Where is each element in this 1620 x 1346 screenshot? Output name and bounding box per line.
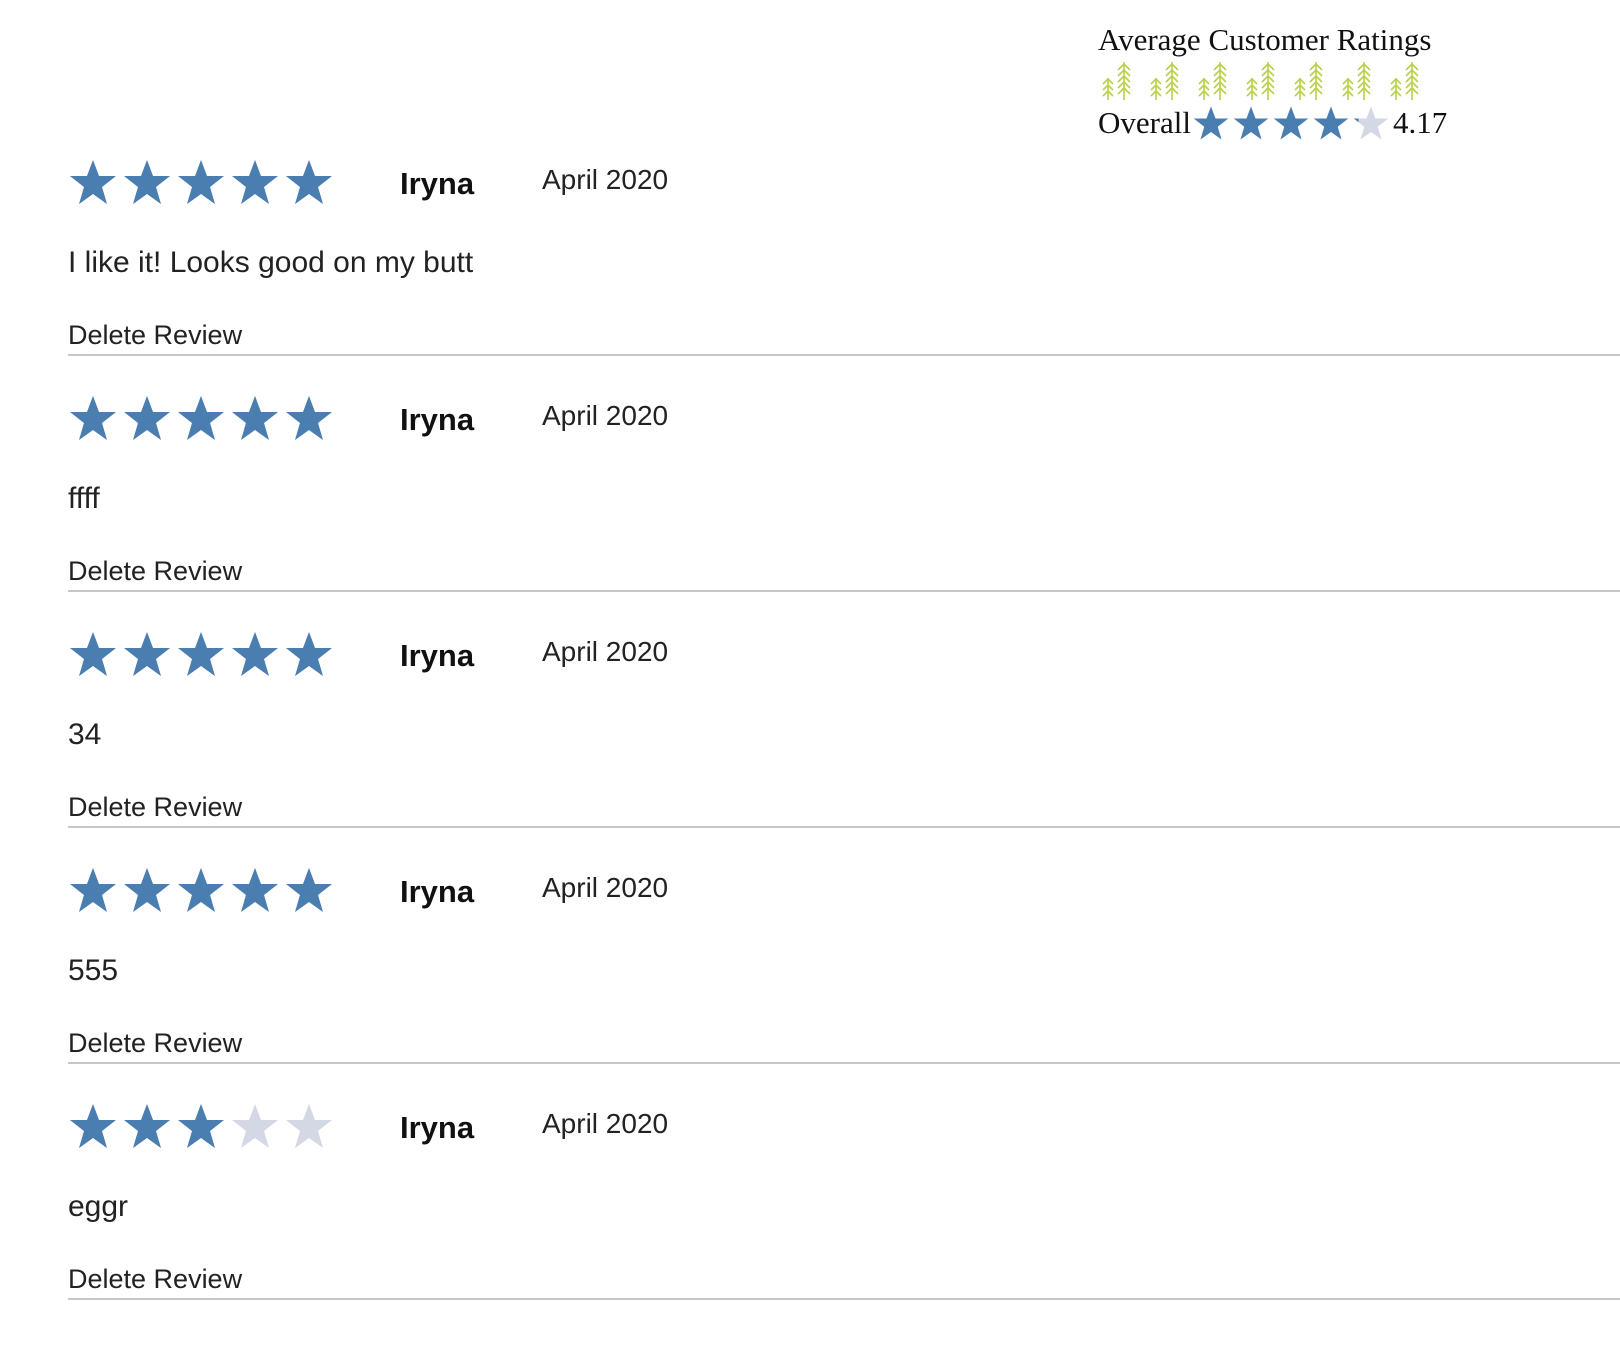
review-date: April 2020 <box>542 872 669 903</box>
star-icon <box>232 868 278 912</box>
star-icon <box>286 396 332 440</box>
pine-tree-icon <box>1246 62 1275 100</box>
review-date: April 2020 <box>542 1108 669 1139</box>
delete-review-button[interactable]: Delete Review <box>68 792 242 823</box>
star-icon <box>232 160 278 204</box>
pine-tree-icon <box>1390 62 1419 100</box>
review-item: Iryna April 2020 555 Delete Review <box>68 866 1620 1110</box>
review-star-rating <box>68 158 334 206</box>
delete-review-button[interactable]: Delete Review <box>68 556 242 587</box>
star-icon <box>178 1104 224 1148</box>
delete-review-button[interactable]: Delete Review <box>68 1028 242 1059</box>
review-star-rating <box>68 866 334 914</box>
review-item: Iryna April 2020 34 Delete Review <box>68 630 1620 874</box>
review-date: April 2020 <box>542 400 669 431</box>
review-text: 34 <box>68 718 102 751</box>
review-author: Iryna <box>400 1110 475 1145</box>
star-icon <box>232 632 278 676</box>
star-icon <box>70 396 116 440</box>
review-header: Iryna April 2020 <box>68 866 968 926</box>
star-icon <box>124 868 170 912</box>
delete-review-button[interactable]: Delete Review <box>68 1264 242 1295</box>
review-text: I like it! Looks good on my butt <box>68 246 474 279</box>
review-star-rating <box>68 1102 334 1150</box>
pine-tree-icon <box>1294 62 1323 100</box>
review-author: Iryna <box>400 874 475 909</box>
star-icon <box>70 160 116 204</box>
average-ratings-panel: Average Customer Ratings Overall 4.17 <box>1098 20 1450 142</box>
star-icon <box>124 396 170 440</box>
review-divider <box>68 826 1620 828</box>
review-item: Iryna April 2020 I like it! Looks good on … <box>68 158 1620 402</box>
review-star-rating <box>68 630 334 678</box>
pine-tree-icon <box>1102 62 1131 100</box>
star-icon <box>178 632 224 676</box>
review-divider <box>68 354 1620 356</box>
star-icon <box>1273 106 1309 140</box>
review-header: Iryna April 2020 <box>68 630 968 690</box>
review-star-rating <box>68 394 334 442</box>
star-icon <box>1193 106 1229 140</box>
overall-rating-row: Overall 4.17 <box>1098 104 1450 142</box>
star-icon <box>70 868 116 912</box>
star-icon <box>178 396 224 440</box>
pine-tree-icon <box>1150 62 1179 100</box>
star-icon <box>70 1104 116 1148</box>
star-icon <box>232 1104 278 1148</box>
star-icon <box>286 632 332 676</box>
star-icon <box>1233 106 1269 140</box>
review-text: 555 <box>68 954 119 987</box>
star-icon <box>232 396 278 440</box>
overall-label: Overall <box>1098 105 1191 140</box>
review-header: Iryna April 2020 <box>68 158 968 218</box>
review-author: Iryna <box>400 638 475 673</box>
review-date: April 2020 <box>542 636 669 667</box>
review-divider <box>68 590 1620 592</box>
review-header: Iryna April 2020 <box>68 1102 968 1162</box>
review-item: Iryna April 2020 eggr Delete Review <box>68 1102 1620 1346</box>
overall-star-rating <box>1191 105 1391 141</box>
star-icon <box>124 1104 170 1148</box>
star-icon <box>286 868 332 912</box>
review-divider <box>68 1062 1620 1064</box>
overall-value: 4.17 <box>1392 105 1448 140</box>
pine-tree-icon <box>1198 62 1227 100</box>
review-divider <box>68 1298 1620 1300</box>
review-header: Iryna April 2020 <box>68 394 968 454</box>
review-text: eggr <box>68 1190 129 1223</box>
average-ratings-title: Average Customer Ratings <box>1098 22 1432 57</box>
star-icon <box>286 160 332 204</box>
star-icon <box>178 160 224 204</box>
star-icon <box>1353 106 1389 140</box>
tree-icon-row <box>1098 60 1450 104</box>
review-author: Iryna <box>400 166 475 201</box>
review-text: ffff <box>68 482 100 515</box>
delete-review-button[interactable]: Delete Review <box>68 320 242 351</box>
review-author: Iryna <box>400 402 475 437</box>
star-icon <box>286 1104 332 1148</box>
pine-tree-icon <box>1342 62 1371 100</box>
review-date: April 2020 <box>542 164 669 195</box>
star-icon <box>1313 106 1349 140</box>
star-icon <box>124 632 170 676</box>
star-icon <box>124 160 170 204</box>
star-icon <box>70 632 116 676</box>
star-icon <box>178 868 224 912</box>
review-item: Iryna April 2020 ffff Delete Review <box>68 394 1620 638</box>
